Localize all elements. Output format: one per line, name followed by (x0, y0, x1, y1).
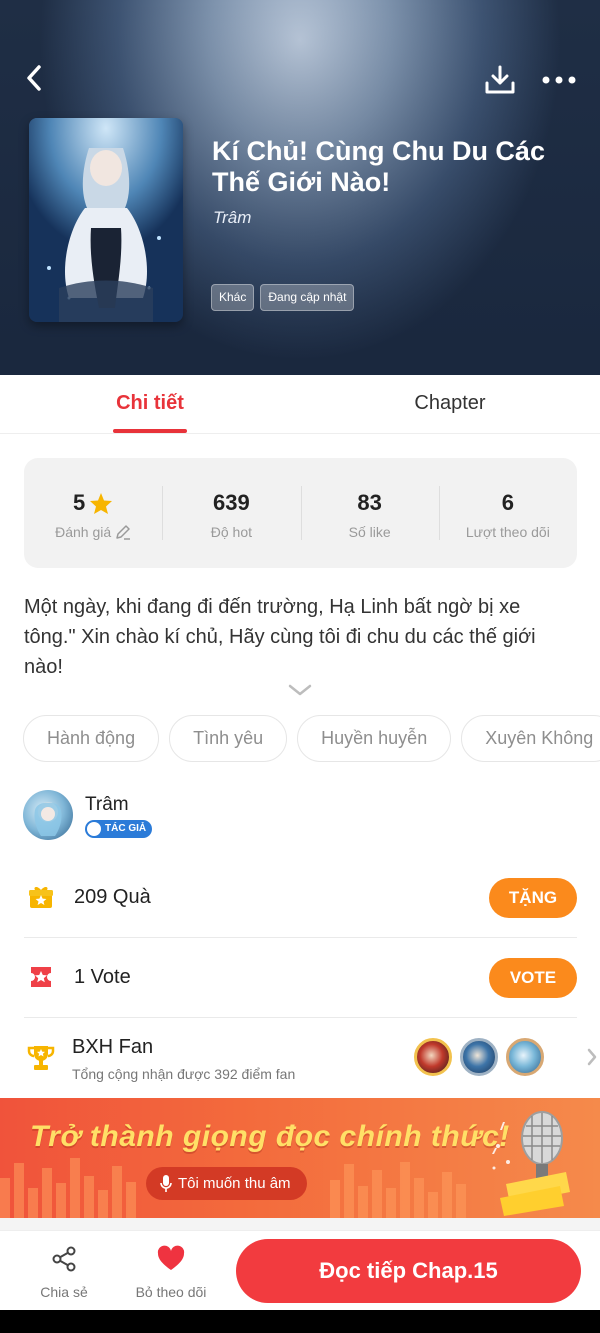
genre-chip[interactable]: Huyền huyễn (297, 715, 452, 762)
more-options-button[interactable] (538, 62, 580, 98)
download-icon (485, 65, 515, 94)
book-author[interactable]: Trâm (213, 208, 251, 228)
vote-ticket-icon (31, 967, 51, 987)
tab-bar: Chi tiết Chapter (0, 375, 600, 434)
trophy-icon (27, 1046, 55, 1070)
follow-stat: 6 Lượt theo dõi (438, 458, 577, 568)
voice-actor-banner[interactable]: Trở thành giọng đọc chính thức! Tôi muốn… (0, 1098, 600, 1218)
share-icon (52, 1246, 76, 1272)
genre-chip[interactable]: Xuyên Không (461, 715, 600, 762)
like-stat: 83 Số like (300, 458, 439, 568)
share-label: Chia sẻ (40, 1284, 88, 1300)
continue-reading-button[interactable]: Đọc tiếp Chap.15 (236, 1239, 581, 1303)
star-icon (90, 492, 113, 514)
more-horizontal-icon (542, 76, 576, 84)
book-description: Một ngày, khi đang đi đến trường, Hạ Lin… (24, 596, 536, 678)
tab-details[interactable]: Chi tiết (90, 375, 210, 434)
bottom-action-bar: Chia sẻ Bỏ theo dõi Đọc tiếp Chap.15 (0, 1230, 600, 1310)
book-title: Kí Chủ! Cùng Chu Du Các Thế Giới Nào! (212, 136, 545, 197)
heart-icon (157, 1245, 185, 1270)
hot-value: 639 (213, 490, 250, 515)
section-divider (0, 1218, 600, 1230)
vote-button[interactable]: VOTE (489, 958, 577, 998)
chevron-down-icon[interactable] (286, 680, 314, 700)
gift-button[interactable]: TẶNG (489, 878, 577, 918)
follow-label: Lượt theo dõi (465, 524, 550, 540)
fan-avatar (460, 1038, 498, 1076)
author-name[interactable]: Trâm (85, 794, 129, 816)
gift-row: 209 Quà TẶNG (24, 858, 577, 938)
like-label: Số like (348, 524, 391, 540)
status-tags: Khác Đang cập nhật (211, 284, 355, 311)
record-button[interactable]: Tôi muốn thu âm (146, 1167, 307, 1200)
genre-chip[interactable]: Tình yêu (169, 715, 288, 762)
rating-label: Đánh giá (55, 524, 112, 540)
follow-value: 6 (501, 490, 514, 515)
microphone-icon (160, 1175, 172, 1192)
category-tag: Khác (211, 284, 255, 311)
stats-card: 5 Đánh giá 639 Độ hot 83 Số like 6 Lượt … (24, 458, 577, 568)
share-button[interactable]: Chia sẻ (16, 1245, 112, 1300)
fan-ranking-subtitle: Tổng cộng nhận được 392 điểm fan (72, 1066, 296, 1082)
fan-ranking-row[interactable]: BXH Fan Tổng cộng nhận được 392 điểm fan (24, 1018, 597, 1096)
genre-list: Hành động Tình yêu Huyền huyễn Xuyên Khô… (23, 715, 600, 762)
edit-icon (116, 525, 131, 540)
microphone-illustration (492, 1111, 570, 1216)
avatar-illustration (34, 802, 62, 836)
author-row[interactable]: Trâm TÁC GIẢ (23, 790, 563, 842)
quill-icon (87, 822, 101, 836)
top-fans (414, 1038, 544, 1076)
gift-icon (29, 886, 53, 908)
chevron-left-icon (27, 65, 41, 91)
system-navigation-bar (0, 1310, 600, 1333)
gift-count: 209 Quà (74, 886, 151, 908)
fan-avatar (506, 1038, 544, 1076)
fan-avatar (414, 1038, 452, 1076)
status-tag: Đang cập nhật (260, 284, 355, 311)
hot-label: Độ hot (210, 524, 252, 540)
fan-ranking-title: BXH Fan (72, 1036, 154, 1058)
book-header: Kí Chủ! Cùng Chu Du Các Thế Giới Nào! Tr… (0, 0, 600, 375)
banner-title: Trở thành giọng đọc chính thức! (30, 1120, 510, 1153)
hot-stat: 639 Độ hot (162, 458, 300, 568)
unfollow-button[interactable]: Bỏ theo dõi (123, 1245, 219, 1300)
unfollow-label: Bỏ theo dõi (135, 1284, 207, 1300)
chevron-right-icon (587, 1048, 597, 1066)
rating-value: 5 (73, 490, 86, 515)
tab-chapter[interactable]: Chapter (390, 375, 510, 434)
vote-row: 1 Vote VOTE (24, 938, 577, 1018)
back-button[interactable] (16, 60, 52, 96)
vote-count: 1 Vote (74, 966, 131, 988)
record-button-label: Tôi muốn thu âm (178, 1175, 291, 1192)
author-badge: TÁC GIẢ (85, 820, 153, 838)
book-cover (29, 118, 183, 322)
cover-illustration (29, 118, 183, 322)
like-value: 83 (357, 490, 382, 515)
author-avatar[interactable] (23, 790, 73, 840)
genre-chip[interactable]: Hành động (23, 715, 160, 762)
download-button[interactable] (480, 60, 520, 100)
rating-stat[interactable]: 5 Đánh giá (24, 458, 162, 568)
author-badge-label: TÁC GIẢ (105, 823, 147, 834)
